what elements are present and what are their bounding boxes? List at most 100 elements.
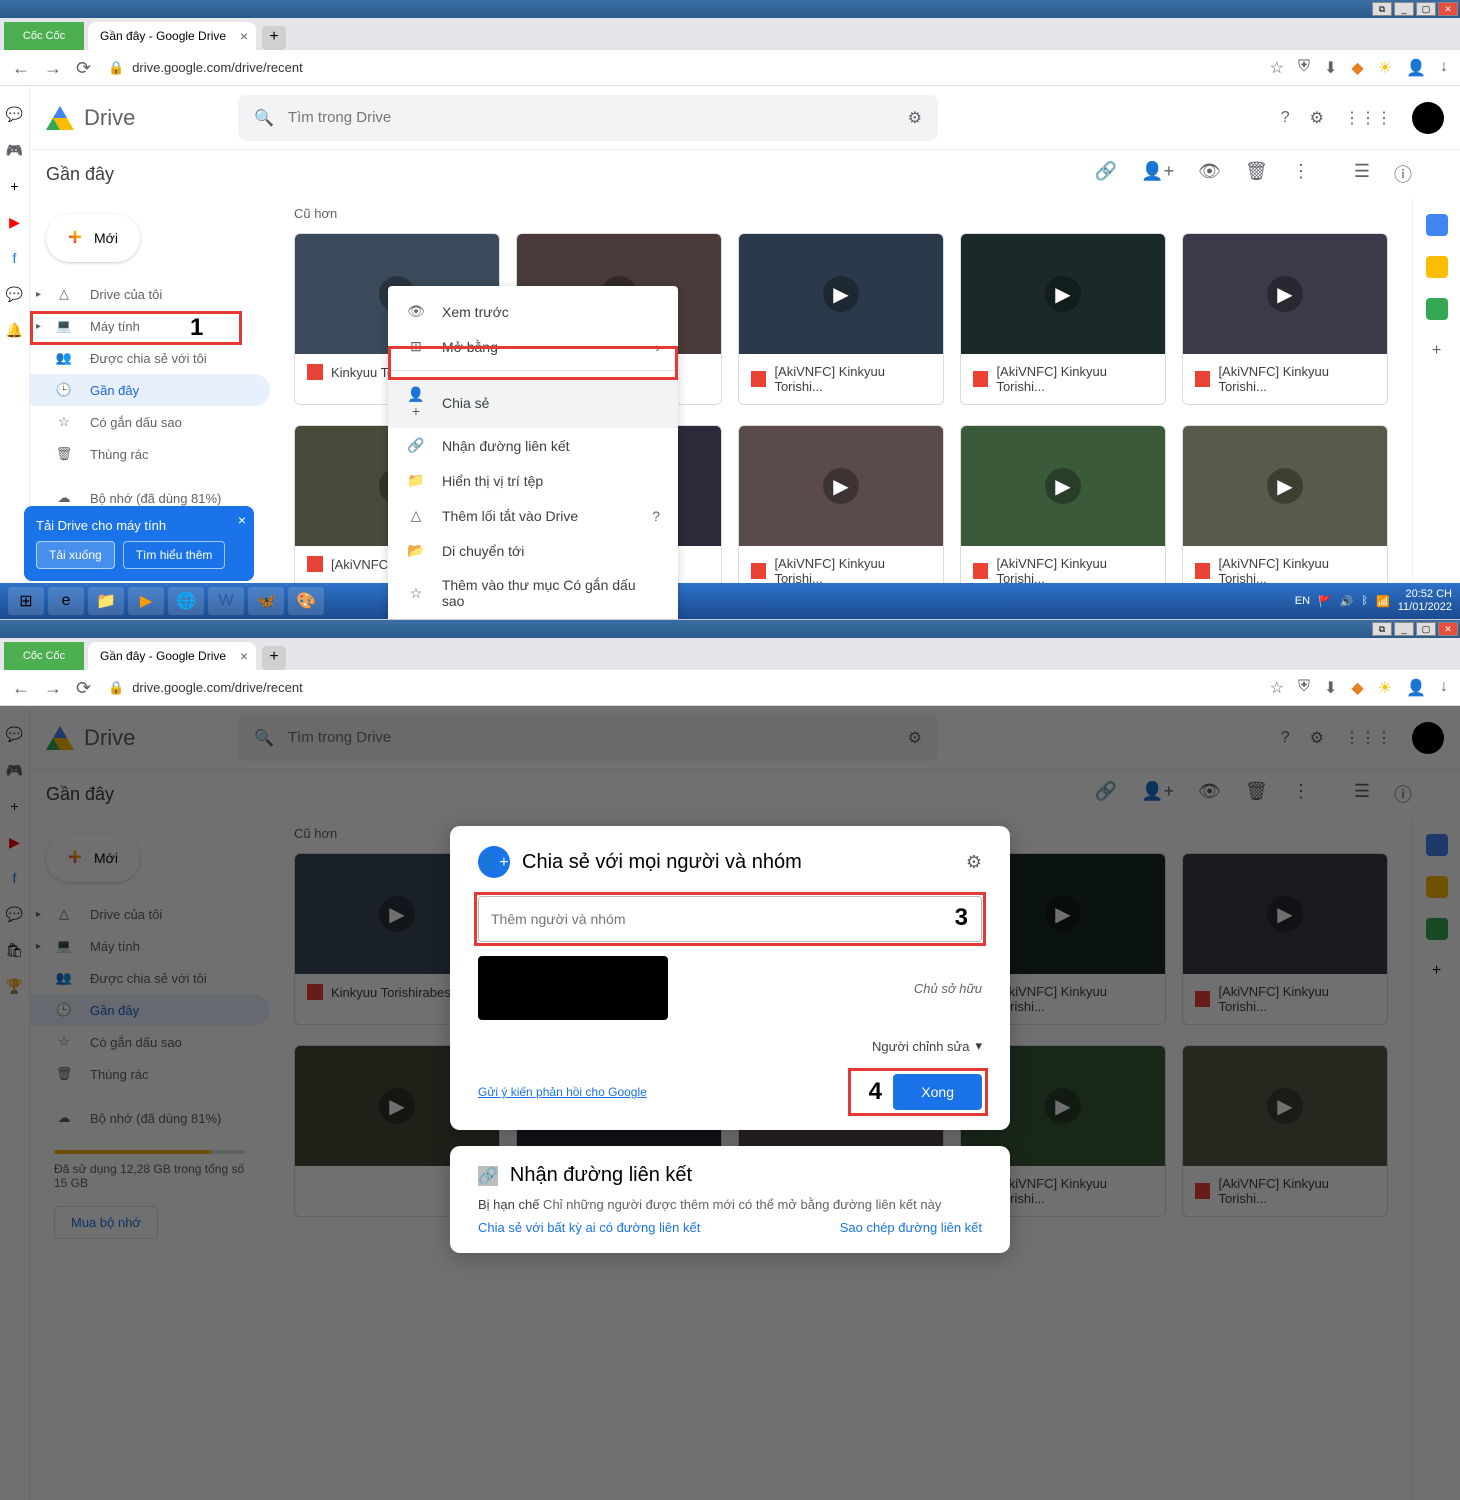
task-chrome[interactable]: 🌐 — [168, 587, 204, 615]
menu-shortcut[interactable]: △Thêm lối tắt vào Drive? — [388, 498, 678, 533]
task-explorer[interactable]: 📁 — [88, 587, 124, 615]
account-avatar[interactable] — [1412, 102, 1444, 134]
lang-indicator[interactable]: EN — [1295, 595, 1310, 607]
trash-icon[interactable]: 🗑 — [1245, 161, 1268, 187]
win-close[interactable]: ✕ — [1438, 622, 1458, 636]
avatar-icon[interactable]: 👤 — [1406, 678, 1426, 698]
download-icon[interactable]: ⬇ — [1324, 678, 1337, 698]
reload-icon[interactable]: ⟳ — [76, 678, 96, 698]
sidebar-item-shared[interactable]: 👥Được chia sẻ với tôi — [30, 342, 270, 374]
star-icon[interactable]: ☆ — [1270, 678, 1284, 698]
apps-icon[interactable]: ⋮⋮⋮ — [1344, 108, 1392, 128]
url-field[interactable]: 🔒 drive.google.com/drive/recent — [108, 680, 1258, 696]
preview-icon[interactable]: 👁 — [1198, 161, 1221, 187]
task-app[interactable]: 🦋 — [248, 587, 284, 615]
new-button[interactable]: + Mới — [46, 214, 140, 262]
promo-learn-button[interactable]: Tìm hiểu thêm — [123, 541, 226, 569]
search-input[interactable] — [288, 109, 894, 126]
win-maximize[interactable]: ▢ — [1416, 2, 1436, 16]
browser-tab[interactable]: Gần đây - Google Drive × — [88, 642, 256, 670]
download2-icon[interactable]: ↓ — [1440, 58, 1448, 78]
file-card[interactable]: [AkiVNFC] Kinkyuu Torishi... — [960, 425, 1166, 597]
rail-plus-icon[interactable]: + — [5, 178, 25, 198]
filter-icon[interactable]: ⚙ — [908, 108, 922, 128]
close-icon[interactable]: × — [240, 648, 248, 664]
calendar-icon[interactable] — [1426, 214, 1448, 236]
shield-icon[interactable]: ⛨ — [1298, 678, 1310, 698]
menu-openwith[interactable]: ⊞Mở bằng› — [388, 329, 678, 364]
chevron-right-icon[interactable]: ▸ — [36, 289, 41, 300]
forward-icon[interactable]: → — [44, 58, 64, 78]
win-minimize[interactable]: _ — [1394, 622, 1414, 636]
close-icon[interactable]: × — [240, 28, 248, 44]
task-paint[interactable]: 🎨 — [288, 587, 324, 615]
win-maximize[interactable]: ▢ — [1416, 622, 1436, 636]
rail-messenger-icon[interactable]: 💬 — [5, 106, 25, 126]
info-icon[interactable]: ⓘ — [1394, 161, 1412, 187]
win-close[interactable]: ✕ — [1438, 2, 1458, 16]
tray-vol-icon[interactable]: 🔊 — [1340, 595, 1354, 608]
task-media[interactable]: ▶ — [128, 587, 164, 615]
sidebar-item-starred[interactable]: ☆Có gắn dấu sao — [30, 406, 270, 438]
sun-icon[interactable]: ☀ — [1378, 678, 1392, 698]
add-icon[interactable]: + — [1426, 340, 1448, 362]
task-ie[interactable]: e — [48, 587, 84, 615]
tray-flag-icon[interactable]: 🚩 — [1318, 595, 1332, 608]
win-minimize[interactable]: _ — [1394, 2, 1414, 16]
win-tab-icon[interactable]: ⧉ — [1372, 622, 1392, 636]
link-icon[interactable]: 🔗 — [1095, 161, 1117, 187]
file-card[interactable]: [AkiVNFC] Kinkyuu Torishi... — [960, 233, 1166, 405]
file-card[interactable]: [AkiVNFC] Kinkyuu Torishi... — [1182, 233, 1388, 405]
list-view-icon[interactable]: ☰ — [1354, 161, 1370, 187]
back-icon[interactable]: ← — [12, 678, 32, 698]
menu-moveto[interactable]: 📂Di chuyển tới — [388, 533, 678, 568]
win-tab-icon[interactable]: ⧉ — [1372, 2, 1392, 16]
menu-share[interactable]: 👤+Chia sẻ — [388, 377, 678, 428]
share-anyone-link[interactable]: Chia sẻ với bất kỳ ai có đường liên kết — [478, 1220, 700, 1235]
drive-search[interactable]: 🔍 ⚙ — [238, 95, 938, 141]
menu-getlink[interactable]: 🔗Nhận đường liên kết — [388, 428, 678, 463]
keep-icon[interactable] — [1426, 256, 1448, 278]
add-person-icon[interactable]: 👤+ — [1141, 161, 1174, 187]
file-card[interactable]: [AkiVNFC] Kinkyuu Torishi... — [1182, 425, 1388, 597]
done-button[interactable]: Xong — [893, 1074, 982, 1110]
sidebar-item-recent[interactable]: 🕒Gần đây — [30, 374, 270, 406]
menu-showloc[interactable]: 📁Hiển thị vị trí tệp — [388, 463, 678, 498]
rail-game-icon[interactable]: 🎮 — [5, 142, 25, 162]
help-icon[interactable]: ? — [652, 508, 660, 524]
promo-download-button[interactable]: Tải xuống — [36, 541, 115, 569]
new-tab-button[interactable]: + — [262, 26, 286, 50]
url-field[interactable]: 🔒 drive.google.com/drive/recent — [108, 60, 1258, 76]
back-icon[interactable]: ← — [12, 58, 32, 78]
copy-link-button[interactable]: Sao chép đường liên kết — [840, 1220, 982, 1235]
star-icon[interactable]: ☆ — [1270, 58, 1284, 78]
diamond-icon[interactable]: ◆ — [1351, 678, 1363, 698]
file-card[interactable]: [AkiVNFC] Kinkyuu Torishi... — [738, 425, 944, 597]
rail-bell-icon[interactable]: 🔔 — [5, 322, 25, 342]
feedback-link[interactable]: Gửi ý kiến phản hồi cho Google — [478, 1085, 647, 1099]
sun-icon[interactable]: ☀ — [1378, 58, 1392, 78]
avatar-icon[interactable]: 👤 — [1406, 58, 1426, 78]
tray-clock[interactable]: 20:52 CH 11/01/2022 — [1398, 588, 1452, 614]
chevron-right-icon[interactable]: ▸ — [36, 321, 41, 332]
file-card[interactable]: [AkiVNFC] Kinkyuu Torishi... — [738, 233, 944, 405]
download2-icon[interactable]: ↓ — [1440, 678, 1448, 698]
drive-logo[interactable]: Drive — [46, 105, 226, 131]
tasks-icon[interactable] — [1426, 298, 1448, 320]
settings-icon[interactable]: ⚙ — [1310, 108, 1324, 128]
diamond-icon[interactable]: ◆ — [1351, 58, 1363, 78]
menu-preview[interactable]: 👁Xem trước — [388, 294, 678, 329]
share-modal-overlay[interactable]: 👤+ Chia sẻ với mọi người và nhóm ⚙ 3 Chủ… — [0, 706, 1460, 1500]
menu-star[interactable]: ☆Thêm vào thư mục Có gắn dấu sao — [388, 568, 678, 618]
rail-msg2-icon[interactable]: 💬 — [5, 286, 25, 306]
forward-icon[interactable]: → — [44, 678, 64, 698]
gear-icon[interactable]: ⚙ — [966, 852, 982, 873]
sidebar-item-mydrive[interactable]: ▸△Drive của tôi — [30, 278, 270, 310]
browser-tab[interactable]: Gần đây - Google Drive × — [88, 22, 256, 50]
add-people-input[interactable] — [478, 896, 982, 942]
more-icon[interactable]: ⋮ — [1292, 161, 1310, 187]
close-icon[interactable]: × — [238, 512, 246, 528]
rail-fb-icon[interactable]: f — [5, 250, 25, 270]
start-button[interactable]: ⊞ — [8, 587, 44, 615]
help-icon[interactable]: ? — [1281, 109, 1290, 127]
